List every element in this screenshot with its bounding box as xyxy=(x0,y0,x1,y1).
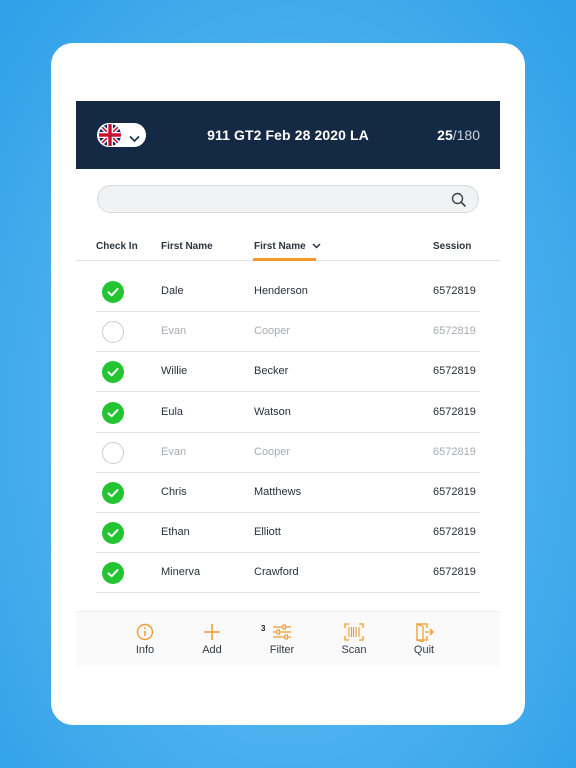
table-row[interactable]: Willie Becker 6572819 xyxy=(76,352,500,393)
first-name-cell: Willie xyxy=(161,365,188,378)
table-row[interactable]: Chris Matthews 6572819 xyxy=(76,473,500,513)
checked-in-icon[interactable] xyxy=(102,522,124,545)
checked-in-icon[interactable] xyxy=(102,361,124,384)
sort-chevron-icon xyxy=(312,241,321,252)
session-cell: 6572819 xyxy=(433,325,476,338)
info-button[interactable]: Info xyxy=(115,612,175,666)
quit-label: Quit xyxy=(413,644,435,656)
session-cell: 6572819 xyxy=(433,285,476,297)
session-cell: 6572819 xyxy=(433,445,476,458)
first-name-cell: Chris xyxy=(161,486,187,498)
unchecked-circle-icon[interactable] xyxy=(102,321,124,344)
column-header-sorted-label: First Name xyxy=(254,241,306,253)
last-name-cell: Elliott xyxy=(254,526,281,539)
session-cell: 6572819 xyxy=(433,526,476,539)
filter-button[interactable]: 3 Filter xyxy=(252,612,312,666)
filter-count-badge: 3 xyxy=(261,624,266,633)
column-header-sorted-name[interactable]: First Name xyxy=(254,241,321,252)
table-row[interactable]: Evan Cooper 6572819 xyxy=(76,433,500,473)
checked-count: 25 xyxy=(437,127,453,143)
session-cell: 6572819 xyxy=(433,486,476,498)
checked-in-icon[interactable] xyxy=(102,482,124,504)
quit-button[interactable]: Quit xyxy=(394,612,454,666)
first-name-cell: Eula xyxy=(161,405,184,418)
session-cell: 6572819 xyxy=(433,566,476,579)
session-cell: 6572819 xyxy=(433,405,476,418)
search-input[interactable] xyxy=(110,186,444,214)
last-name-cell: Cooper xyxy=(254,325,291,338)
scan-button[interactable]: Scan xyxy=(324,612,384,666)
add-label: Add xyxy=(202,644,222,656)
last-name-cell: Cooper xyxy=(254,445,291,458)
first-name-cell: Evan xyxy=(161,445,187,458)
first-name-cell: Minerva xyxy=(161,566,201,579)
table-row[interactable]: Evan Cooper 6572819 xyxy=(76,312,500,353)
scan-label: Scan xyxy=(341,644,367,656)
app-screen: 911 GT2 Feb 28 2020 LA 25/180 Check In F… xyxy=(76,101,500,666)
last-name-cell: Matthews xyxy=(254,486,302,498)
search-icon[interactable] xyxy=(451,192,467,213)
last-name-cell: Becker xyxy=(254,365,289,378)
add-button[interactable]: Add xyxy=(182,612,242,666)
checkin-counter: 25/180 xyxy=(437,127,480,143)
first-name-cell: Ethan xyxy=(161,526,190,539)
column-header-session[interactable]: Session xyxy=(433,241,471,252)
checked-in-icon[interactable] xyxy=(102,562,124,585)
table-row[interactable]: Dale Henderson 6572819 xyxy=(76,272,500,312)
table-row[interactable]: Eula Watson 6572819 xyxy=(76,393,500,433)
filter-label: Filter xyxy=(269,644,295,656)
sort-indicator xyxy=(253,258,316,261)
last-name-cell: Watson xyxy=(254,405,291,418)
first-name-cell: Dale xyxy=(161,285,184,297)
table-row[interactable]: Minerva Crawford 6572819 xyxy=(76,553,500,594)
last-name-cell: Henderson xyxy=(254,285,308,297)
first-name-cell: Evan xyxy=(161,325,187,338)
last-name-cell: Crawford xyxy=(254,566,299,579)
column-header-first-name[interactable]: First Name xyxy=(161,241,213,252)
unchecked-circle-icon[interactable] xyxy=(102,441,124,464)
bottom-toolbar: Info Add 3 Filter Scan Quit xyxy=(76,611,500,666)
table-row[interactable]: Ethan Elliott 6572819 xyxy=(76,513,500,554)
column-header-check-in[interactable]: Check In xyxy=(96,241,138,252)
info-label: Info xyxy=(135,644,155,656)
header-bar: 911 GT2 Feb 28 2020 LA 25/180 xyxy=(76,101,500,169)
row-divider xyxy=(96,592,480,594)
search-bar xyxy=(97,185,479,214)
checked-in-icon[interactable] xyxy=(102,281,124,303)
session-cell: 6572819 xyxy=(433,365,476,378)
total-count: /180 xyxy=(452,127,480,143)
checked-in-icon[interactable] xyxy=(102,401,124,424)
